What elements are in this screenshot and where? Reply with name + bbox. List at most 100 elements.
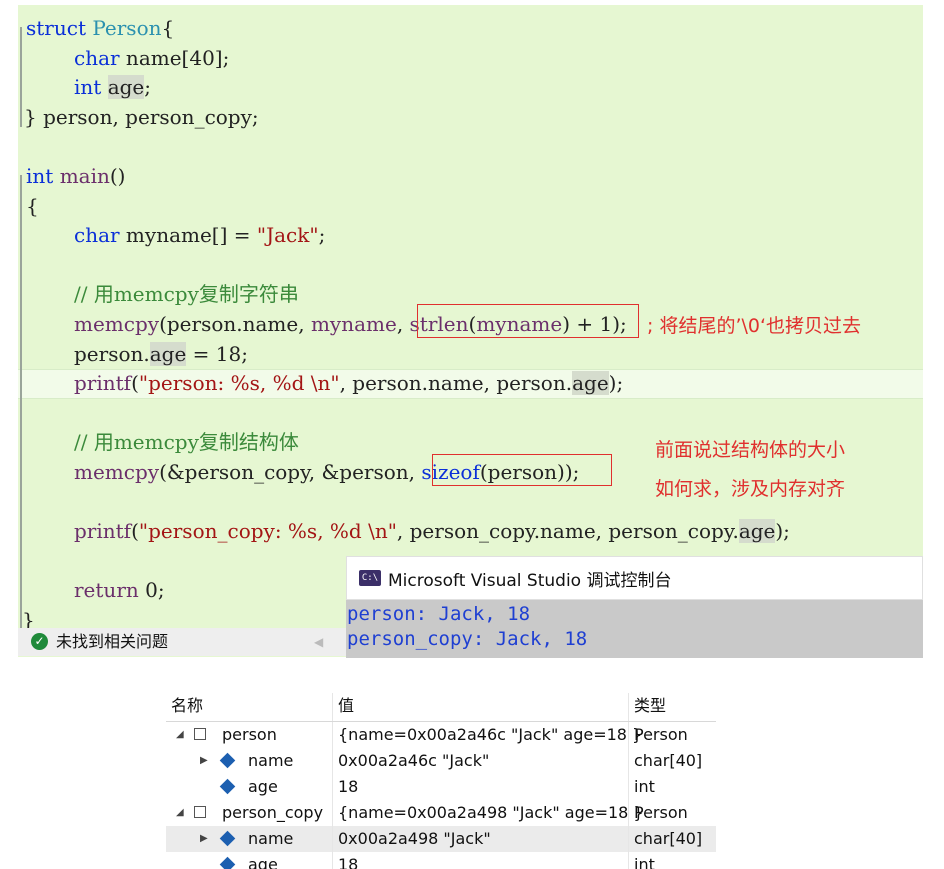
watch-value[interactable]: 0x00a2a498 "Jack": [338, 826, 491, 852]
watch-value[interactable]: {name=0x00a2a46c "Jack" age=18 }: [338, 722, 642, 748]
function-name: printf: [74, 371, 132, 395]
code-text: 0;: [138, 578, 165, 602]
watch-row[interactable]: age 18 int: [166, 852, 716, 869]
code-text: = 18;: [186, 342, 248, 366]
column-divider[interactable]: [628, 693, 629, 721]
code-line[interactable]: printf("person: %s, %d \n", person.name,…: [74, 368, 623, 398]
status-bar: ✓ 未找到相关问题 ◀: [18, 628, 346, 656]
watch-row[interactable]: ◢ person_copy {name=0x00a2a498 "Jack" ag…: [166, 800, 716, 826]
collapse-arrow-icon[interactable]: ◢: [176, 800, 184, 826]
column-divider: [628, 826, 629, 852]
watch-type: int: [634, 855, 655, 869]
code-text: (&person_copy, &person,: [159, 460, 422, 484]
column-divider: [332, 748, 333, 774]
field-icon: [219, 830, 236, 847]
code-line[interactable]: person.age = 18;: [74, 339, 248, 369]
console-app-icon: C:\: [359, 570, 381, 586]
code-line[interactable]: int age;: [74, 72, 151, 102]
watch-value[interactable]: {name=0x00a2a498 "Jack" age=18 }: [338, 800, 644, 826]
field-icon: [219, 856, 236, 869]
keyword: char: [74, 223, 120, 247]
status-text: 未找到相关问题: [56, 632, 169, 651]
code-text: myname[] =: [119, 223, 257, 247]
function-name: memcpy: [74, 460, 160, 484]
code-line[interactable]: return 0;: [74, 575, 165, 605]
function-name: printf: [74, 519, 132, 543]
collapse-arrow-icon[interactable]: ◢: [176, 722, 184, 748]
column-divider: [332, 852, 333, 869]
code-text: name[40];: [119, 46, 230, 70]
code-text: ;: [144, 75, 151, 99]
code-text: );: [775, 519, 790, 543]
fold-guide: [20, 175, 22, 629]
column-divider: [332, 774, 333, 800]
function-name: memcpy: [74, 312, 160, 336]
string-literal: "person: %s, %d \n": [138, 371, 340, 395]
code-text: {: [161, 16, 175, 40]
keyword: char: [74, 46, 120, 70]
column-divider[interactable]: [332, 693, 333, 721]
string-literal: "Jack": [256, 223, 319, 247]
code-text: );: [608, 371, 624, 395]
watch-value[interactable]: 0x00a2a46c "Jack": [338, 748, 489, 774]
watch-value[interactable]: 18: [338, 774, 358, 800]
keyword: int: [26, 164, 54, 188]
column-divider: [628, 748, 629, 774]
expand-arrow-icon[interactable]: ▶: [200, 748, 208, 774]
field-icon: [219, 778, 236, 795]
code-text: ,: [396, 312, 410, 336]
comment[interactable]: // 用memcpy复制字符串: [74, 279, 299, 309]
code-text: age: [107, 75, 145, 99]
annotation-note: 前面说过结构体的大小: [655, 439, 846, 461]
scroll-left-icon[interactable]: ◀: [314, 628, 323, 656]
code-line[interactable]: struct Person{: [26, 13, 174, 43]
expand-arrow-icon[interactable]: ▶: [200, 826, 208, 852]
code-line[interactable]: printf("person_copy: %s, %d \n", person_…: [74, 516, 790, 546]
console-output-line: person_copy: Jack, 18: [347, 628, 588, 650]
watch-row-selected[interactable]: ▶ name 0x00a2a498 "Jack" char[40]: [166, 826, 716, 852]
keyword: return: [74, 578, 139, 602]
watch-row[interactable]: ▶ name 0x00a2a46c "Jack" char[40]: [166, 748, 716, 774]
keyword: int: [74, 75, 102, 99]
code-line[interactable]: {: [26, 191, 39, 221]
watch-value[interactable]: 18: [338, 852, 358, 869]
fold-guide: [20, 27, 22, 127]
code-text: , person.name, person.: [339, 371, 573, 395]
annotation-note: 如何求，涉及内存对齐: [655, 478, 846, 500]
console-title: Microsoft Visual Studio 调试控制台: [388, 571, 672, 591]
column-header-name[interactable]: 名称: [171, 693, 203, 719]
code-text: (: [131, 519, 139, 543]
watch-name: person_copy: [222, 803, 324, 822]
annotation-box-sizeof: [432, 454, 612, 486]
code-text: myname: [310, 312, 397, 336]
watch-name: name: [248, 751, 294, 770]
struct-icon: [194, 806, 206, 818]
code-text: (person.name,: [159, 312, 311, 336]
code-line[interactable]: } person, person_copy;: [24, 102, 259, 132]
column-header-value[interactable]: 值: [338, 693, 354, 719]
watch-type: char[40]: [634, 751, 703, 770]
console-titlebar[interactable]: C:\ Microsoft Visual Studio 调试控制台: [346, 556, 923, 600]
type-name: Person: [92, 16, 162, 40]
watch-row[interactable]: ◢ person {name=0x00a2a46c "Jack" age=18 …: [166, 722, 716, 748]
watch-type: Person: [634, 725, 688, 744]
code-text: (): [109, 164, 126, 188]
code-text: ;: [318, 223, 326, 247]
watch-name: name: [248, 829, 294, 848]
code-line[interactable]: char myname[] = "Jack";: [74, 220, 325, 250]
column-divider: [628, 774, 629, 800]
console-output-line: person: Jack, 18: [347, 603, 531, 625]
watch-row[interactable]: age 18 int: [166, 774, 716, 800]
field-icon: [219, 752, 236, 769]
code-line[interactable]: char name[40];: [74, 43, 229, 73]
debug-console[interactable]: C:\ Microsoft Visual Studio 调试控制台 person…: [346, 556, 923, 658]
column-header-type[interactable]: 类型: [634, 693, 666, 719]
column-divider: [332, 826, 333, 852]
code-text: age: [572, 371, 609, 395]
comment[interactable]: // 用memcpy复制结构体: [74, 427, 299, 457]
code-line[interactable]: int main(): [26, 161, 125, 191]
column-divider: [332, 800, 333, 826]
watch-name: person: [222, 725, 277, 744]
watch-name: age: [248, 855, 278, 869]
code-text: person.: [74, 342, 150, 366]
